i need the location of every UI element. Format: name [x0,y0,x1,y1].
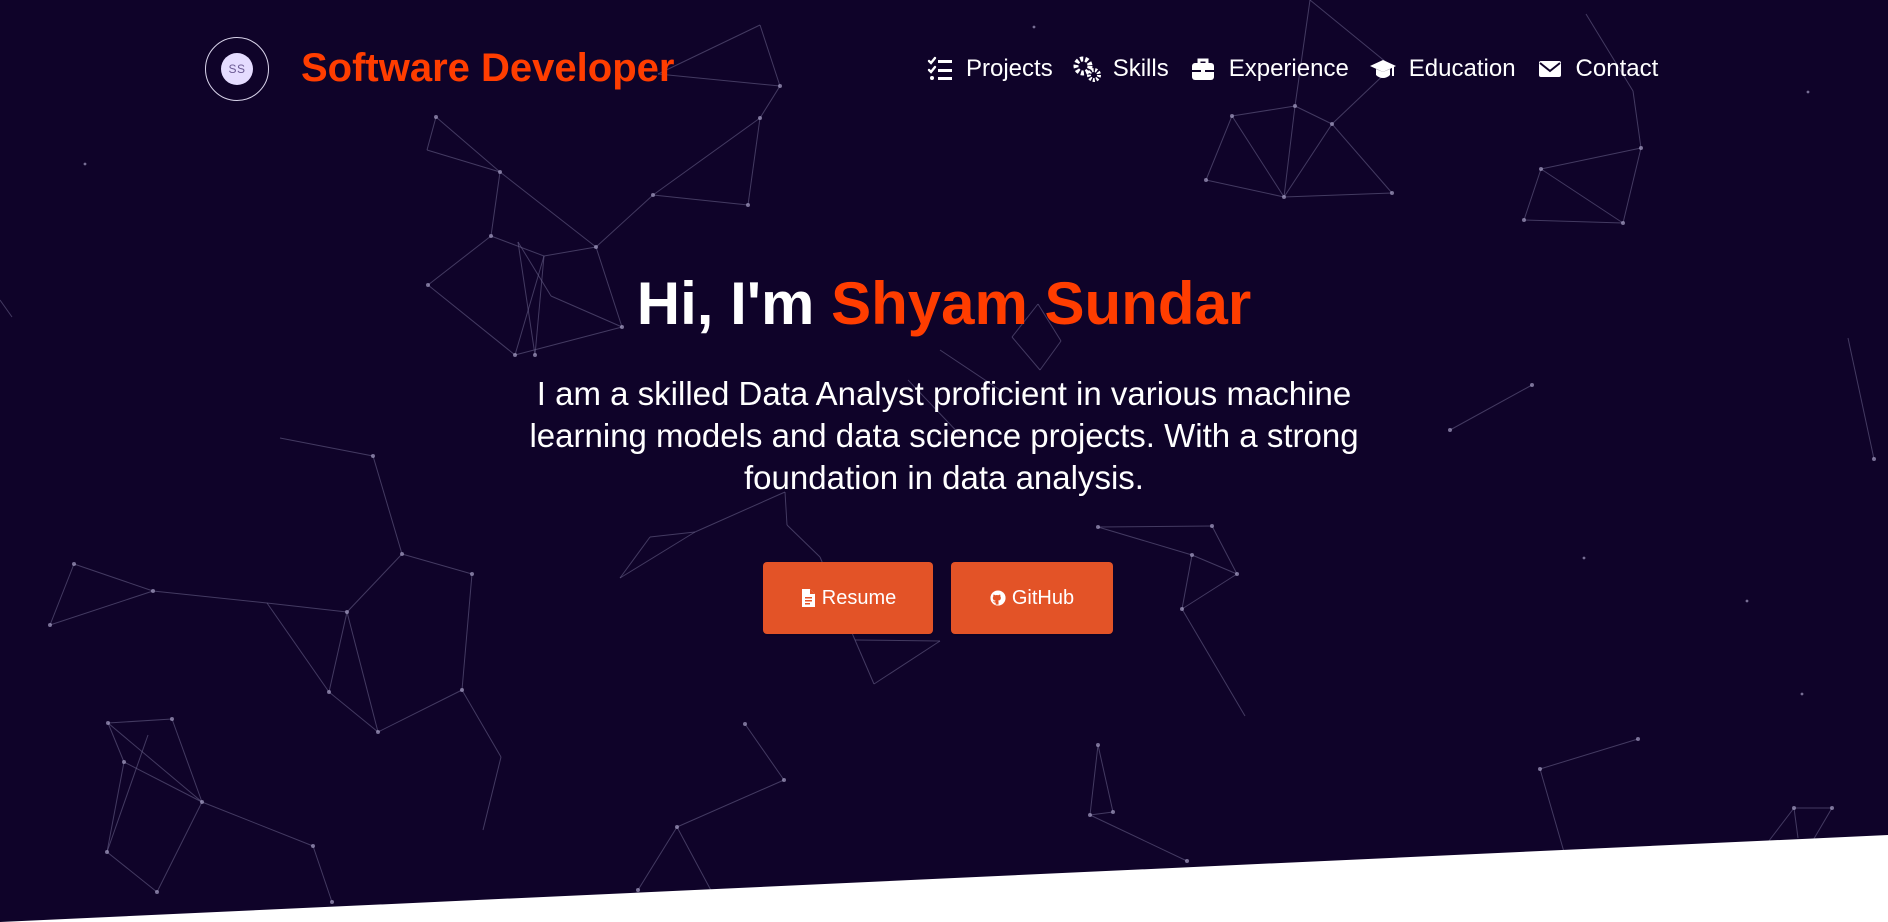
nav-experience-label: Experience [1228,55,1349,82]
document-icon [801,589,815,607]
github-button[interactable]: GitHub [951,562,1113,634]
envelope-icon [1538,61,1561,77]
resume-button-label: Resume [821,586,897,609]
nav-skills-label: Skills [1112,55,1169,82]
nav-experience[interactable]: Experience [1189,50,1349,88]
briefcase-icon [1191,58,1214,80]
nav-projects-label: Projects [966,55,1053,82]
network-points [48,25,1876,904]
github-button-label: GitHub [1011,586,1075,609]
site-logo[interactable]: SS [205,37,269,101]
main-navigation: Projects Skills Experience Education Con… [926,50,1658,88]
nav-contact[interactable]: Contact [1536,50,1659,88]
nav-education[interactable]: Education [1369,50,1516,88]
brand-title[interactable]: Software Developer [301,44,674,92]
github-icon [990,590,1006,606]
nav-projects[interactable]: Projects [926,50,1053,88]
hero-action-buttons: Resume GitHub [763,562,1113,634]
gears-icon [1073,56,1101,82]
nav-skills[interactable]: Skills [1073,50,1169,88]
portfolio-page: SS Software Developer Projects Skills Ex… [0,0,1888,922]
top-navigation-bar: SS Software Developer Projects Skills Ex… [0,0,1888,140]
logo-initials: SS [221,53,253,85]
nav-contact-label: Contact [1575,55,1659,82]
graduation-cap-icon [1369,60,1396,78]
nav-education-label: Education [1408,55,1516,82]
checklist-icon [927,56,952,80]
resume-button[interactable]: Resume [763,562,933,634]
